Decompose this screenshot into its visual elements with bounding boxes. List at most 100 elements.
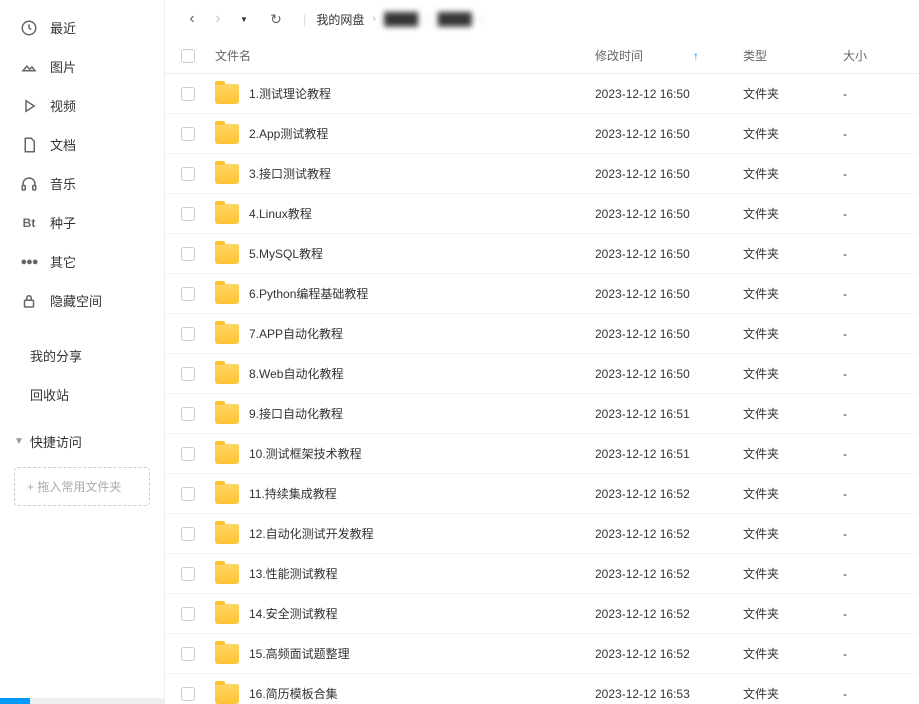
file-name-label: 13.性能测试教程 xyxy=(249,565,338,582)
file-row[interactable]: 8.Web自动化教程 2023-12-12 16:50 文件夹 - xyxy=(165,354,919,394)
file-name-label: 16.简历模板合集 xyxy=(249,685,338,702)
file-row[interactable]: 11.持续集成教程 2023-12-12 16:52 文件夹 - xyxy=(165,474,919,514)
row-checkbox[interactable] xyxy=(181,447,195,461)
file-row[interactable]: 16.简历模板合集 2023-12-12 16:53 文件夹 - xyxy=(165,674,919,704)
file-name-cell[interactable]: 11.持续集成教程 xyxy=(209,484,595,504)
row-checkbox[interactable] xyxy=(181,607,195,621)
row-checkbox[interactable] xyxy=(181,647,195,661)
col-header-time[interactable]: 修改时间 ↑ xyxy=(595,47,743,64)
breadcrumb-item[interactable]: ████ xyxy=(384,12,418,26)
file-name-cell[interactable]: 14.安全测试教程 xyxy=(209,604,595,624)
file-row[interactable]: 10.测试框架技术教程 2023-12-12 16:51 文件夹 - xyxy=(165,434,919,474)
file-name-cell[interactable]: 7.APP自动化教程 xyxy=(209,324,595,344)
row-checkbox[interactable] xyxy=(181,167,195,181)
file-name-cell[interactable]: 16.简历模板合集 xyxy=(209,684,595,704)
file-row[interactable]: 13.性能测试教程 2023-12-12 16:52 文件夹 - xyxy=(165,554,919,594)
lock-icon xyxy=(20,292,38,310)
col-header-size[interactable]: 大小 xyxy=(843,47,903,64)
file-row[interactable]: 5.MySQL教程 2023-12-12 16:50 文件夹 - xyxy=(165,234,919,274)
file-row[interactable]: 6.Python编程基础教程 2023-12-12 16:50 文件夹 - xyxy=(165,274,919,314)
file-name-cell[interactable]: 15.高频面试题整理 xyxy=(209,644,595,664)
breadcrumb-root[interactable]: 我的网盘 xyxy=(316,11,364,28)
nav-trash[interactable]: 回收站 xyxy=(0,375,164,414)
col-header-type[interactable]: 类型 xyxy=(743,47,843,64)
nav-back-button[interactable]: ‹ xyxy=(181,10,203,28)
file-name-label: 6.Python编程基础教程 xyxy=(249,285,368,302)
row-checkbox[interactable] xyxy=(181,687,195,701)
file-row[interactable]: 1.测试理论教程 2023-12-12 16:50 文件夹 - xyxy=(165,74,919,114)
file-name-cell[interactable]: 6.Python编程基础教程 xyxy=(209,284,595,304)
file-size-cell: - xyxy=(843,527,903,541)
dropdown-icon[interactable]: ▼ xyxy=(233,15,255,24)
file-name-cell[interactable]: 3.接口测试教程 xyxy=(209,164,595,184)
folder-icon xyxy=(215,124,239,144)
file-row[interactable]: 2.App测试教程 2023-12-12 16:50 文件夹 - xyxy=(165,114,919,154)
file-row[interactable]: 4.Linux教程 2023-12-12 16:50 文件夹 - xyxy=(165,194,919,234)
file-name-cell[interactable]: 8.Web自动化教程 xyxy=(209,364,595,384)
row-checkbox[interactable] xyxy=(181,327,195,341)
row-checkbox-cell xyxy=(181,367,209,381)
file-name-label: 5.MySQL教程 xyxy=(249,245,323,262)
file-name-cell[interactable]: 1.测试理论教程 xyxy=(209,84,595,104)
file-name-cell[interactable]: 2.App测试教程 xyxy=(209,124,595,144)
file-name-cell[interactable]: 9.接口自动化教程 xyxy=(209,404,595,424)
row-checkbox-cell xyxy=(181,607,209,621)
file-row[interactable]: 3.接口测试教程 2023-12-12 16:50 文件夹 - xyxy=(165,154,919,194)
bt-icon: Bt xyxy=(20,214,38,232)
file-name-label: 3.接口测试教程 xyxy=(249,165,331,182)
file-name-cell[interactable]: 13.性能测试教程 xyxy=(209,564,595,584)
file-row[interactable]: 15.高频面试题整理 2023-12-12 16:52 文件夹 - xyxy=(165,634,919,674)
quick-access-toggle[interactable]: ▼ 快捷访问 xyxy=(0,422,164,461)
file-type-cell: 文件夹 xyxy=(743,325,843,342)
file-row[interactable]: 9.接口自动化教程 2023-12-12 16:51 文件夹 - xyxy=(165,394,919,434)
file-size-cell: - xyxy=(843,607,903,621)
nav-recent[interactable]: 最近 xyxy=(0,8,164,47)
file-type-cell: 文件夹 xyxy=(743,405,843,422)
row-checkbox-cell xyxy=(181,287,209,301)
row-checkbox[interactable] xyxy=(181,527,195,541)
row-checkbox[interactable] xyxy=(181,487,195,501)
headphone-icon xyxy=(20,175,38,193)
file-time-cell: 2023-12-12 16:52 xyxy=(595,607,743,621)
file-time-cell: 2023-12-12 16:51 xyxy=(595,407,743,421)
file-name-cell[interactable]: 4.Linux教程 xyxy=(209,204,595,224)
row-checkbox[interactable] xyxy=(181,87,195,101)
row-checkbox[interactable] xyxy=(181,127,195,141)
col-header-name[interactable]: 文件名 xyxy=(209,47,595,64)
nav-label: 隐藏空间 xyxy=(50,291,102,310)
file-size-cell: - xyxy=(843,207,903,221)
row-checkbox[interactable] xyxy=(181,567,195,581)
file-name-label: 12.自动化测试开发教程 xyxy=(249,525,374,542)
file-name-cell[interactable]: 10.测试框架技术教程 xyxy=(209,444,595,464)
nav-bt[interactable]: Bt 种子 xyxy=(0,203,164,242)
row-checkbox[interactable] xyxy=(181,247,195,261)
breadcrumb: 我的网盘 › ████ › ████ › xyxy=(316,11,489,28)
nav-forward-button[interactable]: › xyxy=(207,10,229,28)
file-name-cell[interactable]: 12.自动化测试开发教程 xyxy=(209,524,595,544)
nav-audio[interactable]: 音乐 xyxy=(0,164,164,203)
row-checkbox[interactable] xyxy=(181,207,195,221)
file-name-cell[interactable]: 5.MySQL教程 xyxy=(209,244,595,264)
row-checkbox[interactable] xyxy=(181,407,195,421)
breadcrumb-item[interactable]: ████ xyxy=(438,12,472,26)
file-size-cell: - xyxy=(843,327,903,341)
file-row[interactable]: 12.自动化测试开发教程 2023-12-12 16:52 文件夹 - xyxy=(165,514,919,554)
nav-docs[interactable]: 文档 xyxy=(0,125,164,164)
row-checkbox[interactable] xyxy=(181,287,195,301)
file-row[interactable]: 7.APP自动化教程 2023-12-12 16:50 文件夹 - xyxy=(165,314,919,354)
refresh-button[interactable]: ↻ xyxy=(265,11,287,28)
file-time-cell: 2023-12-12 16:52 xyxy=(595,647,743,661)
file-name-label: 10.测试框架技术教程 xyxy=(249,445,362,462)
file-list[interactable]: 1.测试理论教程 2023-12-12 16:50 文件夹 - 2.App测试教… xyxy=(165,74,919,704)
file-size-cell: - xyxy=(843,367,903,381)
nav-hidden[interactable]: 隐藏空间 xyxy=(0,281,164,320)
file-size-cell: - xyxy=(843,127,903,141)
select-all-checkbox[interactable] xyxy=(181,49,195,63)
nav-other[interactable]: ●●● 其它 xyxy=(0,242,164,281)
file-row[interactable]: 14.安全测试教程 2023-12-12 16:52 文件夹 - xyxy=(165,594,919,634)
row-checkbox[interactable] xyxy=(181,367,195,381)
nav-share[interactable]: 我的分享 xyxy=(0,336,164,375)
quick-access-dropzone[interactable]: + 拖入常用文件夹 xyxy=(14,467,150,506)
nav-images[interactable]: 图片 xyxy=(0,47,164,86)
nav-videos[interactable]: 视频 xyxy=(0,86,164,125)
